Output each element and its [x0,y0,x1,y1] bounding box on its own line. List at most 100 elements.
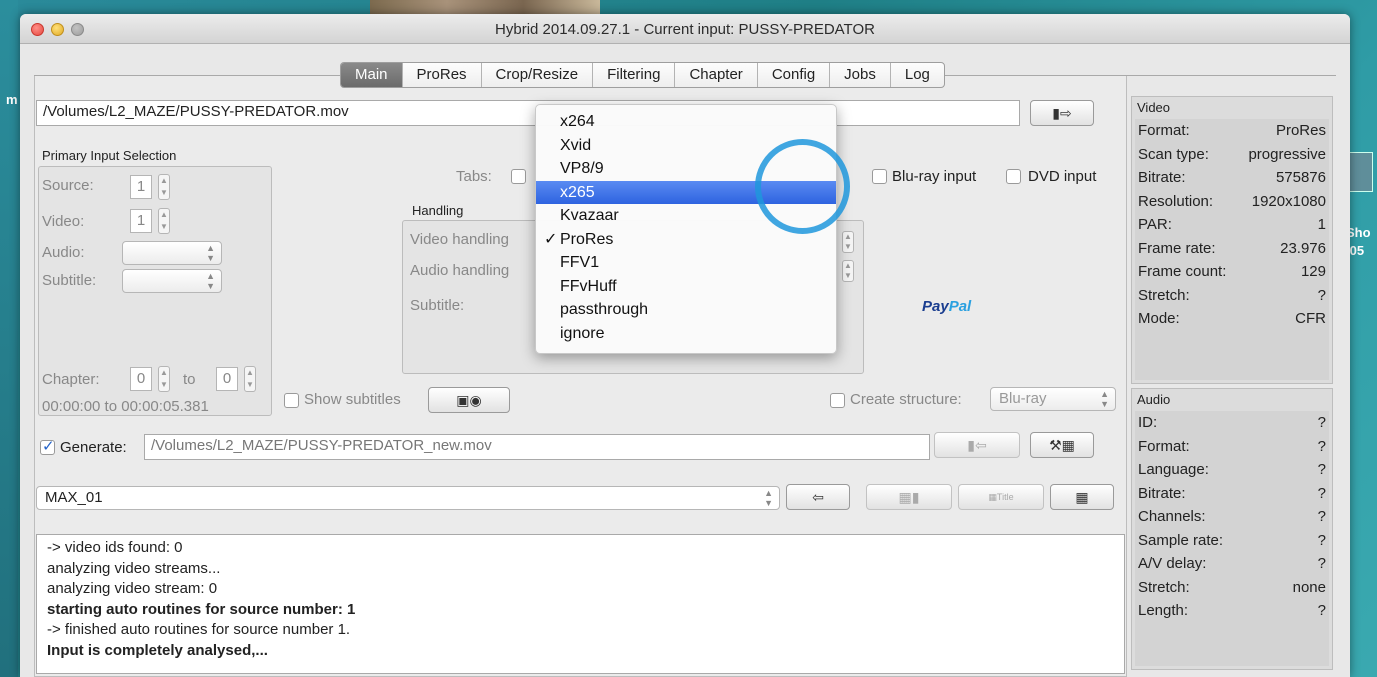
audio-info-row: Sample rate:? [1135,529,1329,553]
paypal-logo-part1: Pay [922,298,949,315]
subtitle-preview-button[interactable]: ▣◉ [428,387,510,413]
info-value: ? [1317,508,1326,525]
audio-info-row: Stretch: none [1135,576,1329,600]
info-value: 1920x1080 [1251,192,1326,210]
chapter-to-stepper[interactable]: ▲ ▼ [244,366,256,392]
title-bar[interactable]: Hybrid 2014.09.27.1 - Current input: PUS… [20,14,1350,44]
video-info-row: Bitrate: 575876 [1135,166,1329,190]
info-value: ? [1317,286,1326,304]
title-preset-label: Title [996,492,1014,502]
time-range-label: 00:00:00 to 00:00:05.381 [42,398,209,415]
create-structure-arrows-icon: ▲ ▼ [1100,389,1109,409]
source-stepper[interactable]: ▲ ▼ [158,174,170,200]
tab-crop-resize[interactable]: Crop/Resize [482,63,594,87]
handling-title: Handling [412,203,464,218]
chapter-to-value[interactable]: 0 [216,367,238,391]
create-structure-checkbox[interactable] [830,393,845,408]
subtitle-select-arrows-icon: ▲ ▼ [206,271,215,291]
info-value: ? [1317,414,1326,431]
chapter-to-label: to [183,371,196,388]
load-preset-button[interactable]: ⇦ [786,484,850,510]
info-key: Format: [1138,437,1190,455]
menu-item-ignore[interactable]: ignore [536,322,836,346]
window-title: Hybrid 2014.09.27.1 - Current input: PUS… [495,21,875,38]
checkmark-icon: ✓ [544,230,558,248]
video-stepper[interactable]: ▲ ▼ [158,208,170,234]
log-output[interactable]: -> video ids found: 0 analyzing video st… [36,534,1125,674]
video-info-row: Format: ProRes [1135,119,1329,143]
worker-icon: ⚒▦ [1049,437,1075,453]
menu-item-ffv1[interactable]: FFV1 [536,251,836,275]
info-value: progressive [1248,145,1326,163]
info-key: A/V delay: [1138,555,1207,572]
arrow-left-icon: ⇦ [812,489,824,505]
subtitle-select[interactable]: ▲ ▼ [122,269,222,293]
video-info-row: Resolution: 1920x1080 [1135,190,1329,214]
video-info-row: Scan type: progressive [1135,143,1329,167]
info-value: 1 [1317,216,1326,233]
tab-filtering[interactable]: Filtering [593,63,676,87]
log-line: Input is completely analysed,... [47,641,268,659]
add-to-queue-button[interactable]: ⚒▦ [1030,432,1094,458]
video-handling-label: Video handling [410,231,509,248]
generate-label: Generate: [60,439,127,456]
input-path-field[interactable]: /Volumes/L2_MAZE/PUSSY-PREDATOR.mov [36,100,1020,126]
tab-log[interactable]: Log [891,63,944,87]
show-subtitles-checkbox[interactable] [284,393,299,408]
audio-select[interactable]: ▲ ▼ [122,241,222,265]
create-structure-label: Create structure: [850,391,962,408]
audio-handling-select-arrows[interactable]: ▲ ▼ [842,260,854,282]
preset-manager-button[interactable]: ▦ [1050,484,1114,510]
paypal-donate-button[interactable]: PayPal [922,298,971,315]
menu-item-ffvhuff[interactable]: FFvHuff [536,275,836,299]
info-key: Format: [1138,122,1190,139]
bluray-input-checkbox[interactable] [872,169,887,184]
info-key: Language: [1138,461,1209,478]
audio-info-row: Length:? [1135,599,1329,623]
title-preset-button[interactable]: ▦Title [958,484,1044,510]
audio-info-row: Language:? [1135,458,1329,482]
tab-config[interactable]: Config [758,63,831,87]
source-value[interactable]: 1 [130,175,152,199]
info-key: Resolution: [1138,192,1214,210]
save-preset-button[interactable]: ▦▮ [866,484,952,510]
video-info-row: Mode: CFR [1135,307,1329,331]
audio-info-row: A/V delay:? [1135,552,1329,576]
create-structure-value: Blu-ray [999,390,1047,407]
video-info-rows: Format: ProRes Scan type: progressive Bitr… [1135,119,1329,380]
info-value: 129 [1300,263,1326,280]
video-handling-select-arrows[interactable]: ▲ ▼ [842,231,854,253]
menu-item-prores-label: ProRes [560,230,614,248]
click-highlight-ring [755,139,850,234]
handling-subtitle-label: Subtitle: [410,297,465,314]
info-value: ? [1317,484,1326,502]
video-info-panel: Video Format: ProRes Scan type: progressiv… [1131,96,1333,384]
desktop-file-icon[interactable] [1347,152,1373,192]
audio-handling-label: Audio handling [410,262,510,279]
source-label: Source: [42,177,94,194]
log-line: -> video ids found: 0 [47,539,183,556]
tab-main[interactable]: Main [341,63,403,87]
choose-output-button[interactable]: ▮⇦ [934,432,1020,458]
tab-prores[interactable]: ProRes [403,63,482,87]
dvd-input-checkbox[interactable] [1006,169,1021,184]
menu-item-passthrough[interactable]: passthrough [536,298,836,322]
paypal-logo-part2: Pal [948,298,972,315]
audio-info-panel: Audio ID:? Format:? Language:? Bitrate:?… [1131,388,1333,670]
menu-item-x264[interactable]: x264 [536,110,836,134]
tab-jobs[interactable]: Jobs [830,63,891,87]
tab-chapter[interactable]: Chapter [675,63,758,87]
chapter-from-value[interactable]: 0 [130,367,152,391]
create-structure-select[interactable]: Blu-ray ▲ ▼ [990,387,1116,411]
chapter-from-stepper[interactable]: ▲ ▼ [158,366,170,392]
open-input-button[interactable]: ▮⇨ [1030,100,1094,126]
video-value[interactable]: 1 [130,209,152,233]
info-value: ? [1317,555,1326,572]
preset-value: MAX_01 [45,489,103,506]
output-path-field[interactable]: /Volumes/L2_MAZE/PUSSY-PREDATOR_new.mov [144,434,930,460]
info-key: Frame count: [1138,263,1227,280]
generate-checkbox[interactable] [40,437,55,455]
preset-select[interactable]: MAX_01 ▲ ▼ [36,486,780,510]
video-info-row: Frame rate: 23.976 [1135,237,1329,261]
tabs-checkbox[interactable] [511,169,526,184]
